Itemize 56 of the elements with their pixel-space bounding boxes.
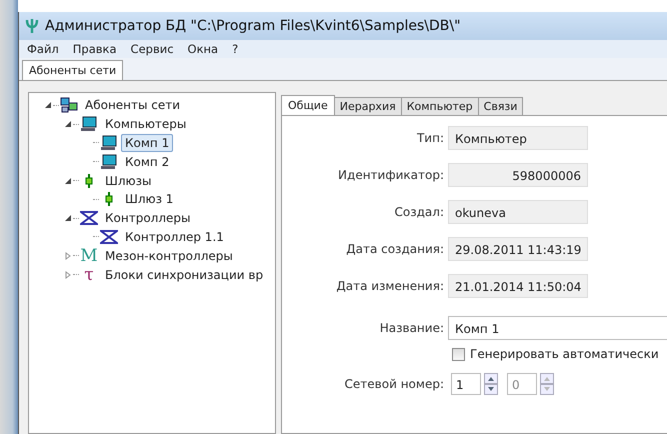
gateway-icon <box>104 192 114 206</box>
field-label: Тип: <box>416 131 445 145</box>
number-field[interactable]: 1 <box>451 373 481 395</box>
hourglass-icon <box>80 211 98 226</box>
expand-icon[interactable] <box>64 252 72 260</box>
field-label: Дата создания: <box>345 242 445 256</box>
document-tab[interactable]: Абоненты сети <box>22 60 124 80</box>
tab[interactable]: Связи <box>478 97 524 115</box>
network-icon <box>60 97 78 114</box>
collapse-icon[interactable] <box>64 176 72 185</box>
computer-icon <box>100 154 118 170</box>
readonly-field: 29.08.2011 11:43:19 <box>448 237 588 261</box>
tree-item[interactable]: Контроллер 1.1 <box>121 228 228 246</box>
tree-item[interactable]: Мезон-контроллеры <box>101 246 237 265</box>
checkbox[interactable] <box>452 348 465 360</box>
tree-item[interactable]: Блоки синхронизации вр <box>101 266 268 284</box>
psi-logo-icon <box>25 18 39 34</box>
tree-item[interactable]: Комп 2 <box>121 152 174 171</box>
field-label: Создал: <box>394 205 445 219</box>
tab[interactable]: Иерархия <box>334 97 402 115</box>
spinner-icon[interactable] <box>484 373 498 395</box>
window-title: Администратор БД "C:\Program Files\Kvint6\Samples\DB\" <box>45 18 461 34</box>
menu-item[interactable]: Окна <box>188 42 218 56</box>
readonly-field: Компьютер <box>448 126 588 150</box>
menu-item[interactable]: Файл <box>27 42 59 56</box>
menu-item[interactable]: Правка <box>72 42 117 56</box>
tree-item[interactable]: Шлюз 1 <box>121 190 178 208</box>
tab[interactable]: Компьютер <box>402 97 479 115</box>
letter-icon: τ <box>84 266 94 283</box>
tree-item[interactable]: Контроллеры <box>101 209 194 228</box>
checkbox-label: Генерировать автоматически <box>470 347 659 361</box>
input-field[interactable]: Комп 1 <box>448 316 667 340</box>
tree-item[interactable]: Шлюзы <box>101 172 156 190</box>
tree-item[interactable]: Компьютеры <box>101 115 190 134</box>
collapse-icon[interactable] <box>64 120 72 128</box>
hourglass-icon <box>100 230 118 244</box>
readonly-field: okuneva <box>448 200 588 224</box>
tree-item[interactable]: Абоненты сети <box>81 96 184 114</box>
expand-icon[interactable] <box>64 270 72 279</box>
collapse-icon[interactable] <box>64 214 72 222</box>
computer-icon <box>80 116 98 132</box>
computer-icon <box>100 134 118 151</box>
menu-item[interactable]: ? <box>232 42 238 56</box>
number-field[interactable]: 0 <box>507 373 537 395</box>
readonly-field: 21.01.2014 11:50:04 <box>448 274 588 298</box>
menu-item[interactable]: Сервис <box>130 42 174 56</box>
gateway-icon <box>84 174 94 188</box>
field-label: Название: <box>378 321 445 335</box>
letter-icon: M <box>80 248 98 264</box>
readonly-field: 598000006 <box>448 163 588 187</box>
field-label: Дата изменения: <box>335 279 445 293</box>
tree-item[interactable]: Комп 1 <box>121 134 174 152</box>
collapse-icon[interactable] <box>44 101 52 110</box>
field-label: Идентификатор: <box>337 168 445 182</box>
tab[interactable]: Общие <box>281 95 335 115</box>
field-label: Сетевой номер: <box>344 377 445 391</box>
